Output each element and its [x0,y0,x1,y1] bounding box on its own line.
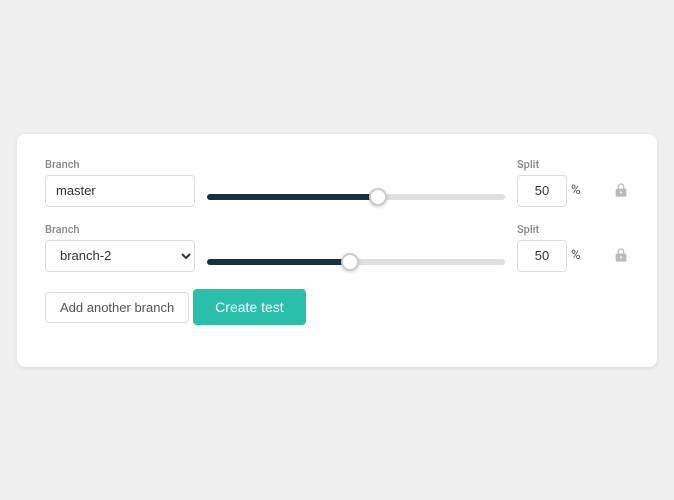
split-slider-master[interactable] [207,194,505,200]
branch-row-2: Branch branch-2 master develop Split % [45,223,629,272]
branch-row-1: Branch Split % [45,158,629,207]
split-value-master[interactable] [517,175,567,207]
lock-icon-1[interactable] [613,182,629,198]
split-label-2: Split [517,223,539,236]
split-slider-branch2[interactable] [207,259,505,265]
lock-icon-wrapper-2[interactable] [609,231,629,263]
branch-select-branch2[interactable]: branch-2 master develop [45,240,195,272]
lock-icon-wrapper-1[interactable] [609,166,629,198]
split-group-1: Split % [517,158,597,207]
percent-label-1: % [571,183,581,198]
branch-input-group-2: Branch branch-2 master develop [45,223,195,272]
branch-input-master[interactable] [45,175,195,207]
slider-group-1 [207,165,505,200]
lock-icon-2[interactable] [613,247,629,263]
split-group-2: Split % [517,223,597,272]
branch-label-1: Branch [45,158,195,171]
split-input-wrapper-1: % [517,175,581,207]
add-another-branch-button[interactable]: Add another branch [45,292,189,323]
split-label-1: Split [517,158,539,171]
percent-label-2: % [571,248,581,263]
slider-group-2 [207,230,505,265]
ab-test-card: Branch Split % Branch branch-2 [17,134,657,367]
branch-label-2: Branch [45,223,195,236]
branch-input-group-1: Branch [45,158,195,207]
split-value-branch2[interactable] [517,240,567,272]
create-test-button[interactable]: Create test [193,289,305,325]
split-input-wrapper-2: % [517,240,581,272]
